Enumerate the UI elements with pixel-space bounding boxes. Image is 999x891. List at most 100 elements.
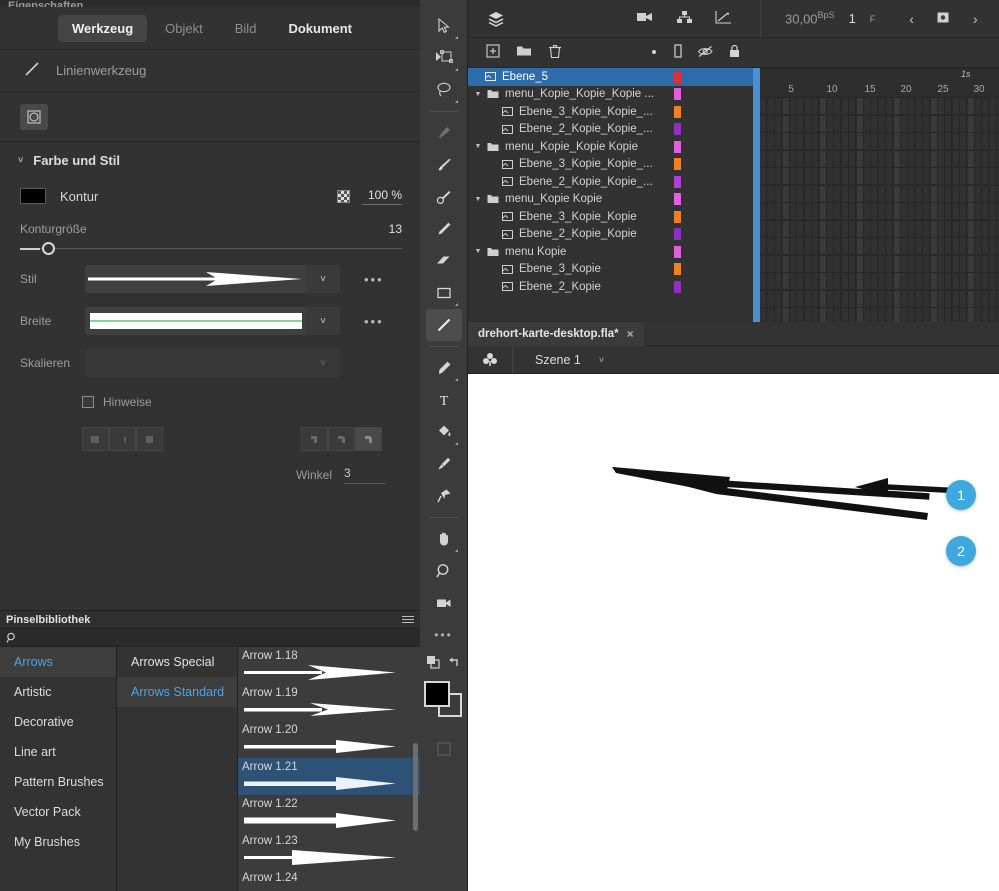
frame-cell[interactable] xyxy=(871,273,879,289)
layer-color-chip[interactable] xyxy=(674,140,681,153)
frame-cell[interactable] xyxy=(856,115,864,132)
frame-cell[interactable] xyxy=(952,150,960,167)
frame-cell[interactable] xyxy=(797,203,805,219)
frame-cell[interactable] xyxy=(775,150,783,167)
eraser-tool-icon[interactable] xyxy=(426,245,462,277)
frame-cell[interactable] xyxy=(841,115,849,132)
frame-cell[interactable] xyxy=(812,185,820,202)
frame-cell[interactable] xyxy=(827,98,834,114)
frame-cell[interactable] xyxy=(819,255,827,272)
paint-bucket-tool-icon[interactable] xyxy=(426,416,462,448)
frame-cell[interactable] xyxy=(849,255,857,272)
rectangle-tool-icon[interactable] xyxy=(426,277,462,309)
frame-cell[interactable] xyxy=(819,133,827,149)
chevron-down-icon[interactable]: ▼ xyxy=(471,91,485,98)
free-transform-tool-icon[interactable] xyxy=(426,42,462,74)
frame-cell[interactable] xyxy=(841,290,849,307)
frame-cell[interactable] xyxy=(908,203,916,219)
frame-cell[interactable] xyxy=(915,98,923,114)
frame-cell[interactable] xyxy=(915,150,923,167)
frame-cell[interactable] xyxy=(908,220,916,237)
frame-cell[interactable] xyxy=(982,220,990,237)
frame-cell[interactable] xyxy=(982,255,990,272)
frame-cell[interactable] xyxy=(886,220,894,237)
frame-cell[interactable] xyxy=(923,115,931,132)
join-round-button[interactable] xyxy=(328,427,355,451)
layers-stack-icon[interactable] xyxy=(468,10,524,28)
frame-row[interactable] xyxy=(753,273,999,291)
frame-cell[interactable] xyxy=(864,220,871,237)
frame-cell[interactable] xyxy=(945,308,953,322)
frame-cell[interactable] xyxy=(797,220,805,237)
frame-cell[interactable] xyxy=(841,185,849,202)
cap-none-button[interactable] xyxy=(82,427,109,451)
frame-cell[interactable] xyxy=(960,168,968,184)
object-drawing-mode-button[interactable] xyxy=(20,103,48,130)
frame-cell[interactable] xyxy=(871,115,879,132)
frame-cell[interactable] xyxy=(923,150,931,167)
frame-cell[interactable] xyxy=(908,115,916,132)
layer-color-chip[interactable] xyxy=(674,193,681,206)
brush-item-arrow-1-22[interactable]: Arrow 1.22 xyxy=(238,795,420,832)
frame-cell[interactable] xyxy=(864,308,871,322)
frame-cell[interactable] xyxy=(893,290,901,307)
brush-category-artistic[interactable]: Artistic xyxy=(0,677,116,707)
frame-cell[interactable] xyxy=(938,238,945,254)
layer-color-chip[interactable] xyxy=(674,105,681,118)
frame-cell[interactable] xyxy=(886,185,894,202)
frame-cell[interactable] xyxy=(760,203,768,219)
frame-cell[interactable] xyxy=(819,308,827,322)
frame-cell[interactable] xyxy=(767,185,775,202)
frame-cell[interactable] xyxy=(938,308,945,322)
frame-cell[interactable] xyxy=(923,98,931,114)
frame-cell[interactable] xyxy=(982,98,990,114)
frame-cell[interactable] xyxy=(915,308,923,322)
frame-cell[interactable] xyxy=(856,273,864,289)
frame-cell[interactable] xyxy=(804,115,812,132)
frame-cell[interactable] xyxy=(819,98,827,114)
classic-brush-tool-icon[interactable] xyxy=(426,181,462,213)
frame-cell[interactable] xyxy=(960,185,968,202)
frame-cell[interactable] xyxy=(886,203,894,219)
frame-cell[interactable] xyxy=(982,115,990,132)
frame-cell[interactable] xyxy=(797,185,805,202)
frame-cell[interactable] xyxy=(782,203,790,219)
frame-cell[interactable] xyxy=(989,133,997,149)
frame-cell[interactable] xyxy=(790,203,797,219)
frame-cell[interactable] xyxy=(760,273,768,289)
frame-cell[interactable] xyxy=(856,133,864,149)
frame-cell[interactable] xyxy=(967,255,975,272)
frame-cell[interactable] xyxy=(908,238,916,254)
frame-cell[interactable] xyxy=(812,255,820,272)
frame-cell[interactable] xyxy=(960,115,968,132)
frame-cell[interactable] xyxy=(812,115,820,132)
frame-cell[interactable] xyxy=(930,220,938,237)
chevron-down-icon[interactable]: ▼ xyxy=(471,248,485,255)
frame-cell[interactable] xyxy=(901,220,908,237)
frame-cell[interactable] xyxy=(871,168,879,184)
frame-cell[interactable] xyxy=(775,168,783,184)
frame-cell[interactable] xyxy=(967,115,975,132)
layer-color-chip[interactable] xyxy=(674,280,681,293)
frame-cell[interactable] xyxy=(760,168,768,184)
join-miter-button[interactable] xyxy=(301,427,328,451)
lock-column-header[interactable] xyxy=(728,44,741,61)
frame-cell[interactable] xyxy=(930,133,938,149)
frame-cell[interactable] xyxy=(804,273,812,289)
previous-keyframe-button[interactable]: ‹ xyxy=(909,11,914,27)
frame-row[interactable] xyxy=(753,185,999,203)
frame-cell[interactable] xyxy=(827,238,834,254)
frame-cell[interactable] xyxy=(915,115,923,132)
frame-cell[interactable] xyxy=(849,133,857,149)
eyedropper-tool-icon[interactable] xyxy=(426,448,462,480)
frame-cell[interactable] xyxy=(767,150,775,167)
frame-cell[interactable] xyxy=(819,203,827,219)
frame-cell[interactable] xyxy=(901,98,908,114)
frame-cell[interactable] xyxy=(952,115,960,132)
frame-cell[interactable] xyxy=(849,220,857,237)
frame-cell[interactable] xyxy=(923,168,931,184)
frame-cell[interactable] xyxy=(775,185,783,202)
frame-cell[interactable] xyxy=(915,273,923,289)
frame-cell[interactable] xyxy=(819,238,827,254)
chevron-down-icon[interactable]: ▼ xyxy=(471,143,485,150)
